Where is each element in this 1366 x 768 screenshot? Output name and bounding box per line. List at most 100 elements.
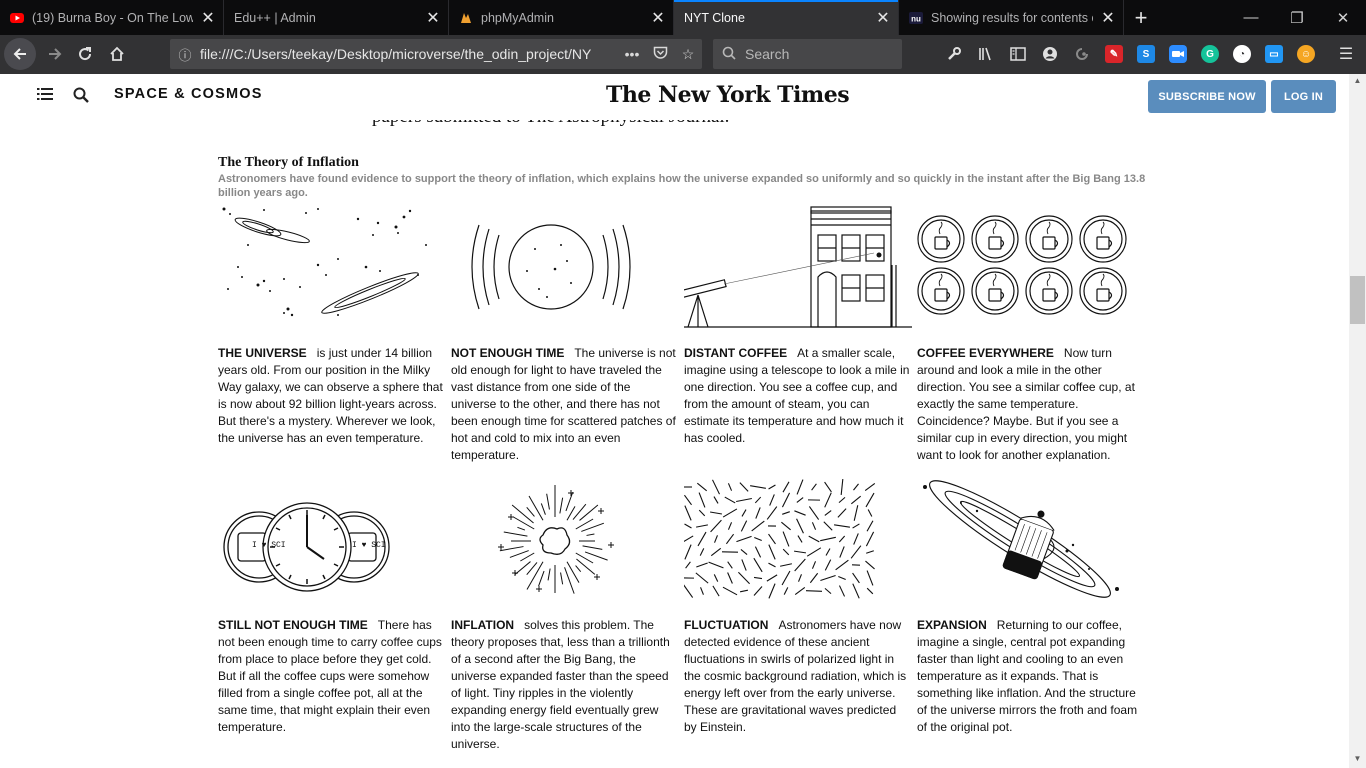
clock-extension-icon[interactable]: ◔ — [1233, 45, 1251, 63]
tab-title: (19) Burna Boy - On The Low (O — [32, 10, 193, 25]
phpmyadmin-icon — [461, 12, 471, 23]
card-inflation: INFLATION solves this problem. The theory… — [451, 477, 679, 753]
sync-icon[interactable] — [1073, 45, 1091, 63]
card-text: DISTANT COFFEE At a smaller scale, imagin… — [684, 345, 912, 447]
tab-title: phpMyAdmin — [481, 10, 554, 25]
card-not-enough-time: NOT ENOUGH TIME The universe is not old e… — [451, 205, 679, 464]
minimize-button[interactable]: — — [1228, 0, 1274, 35]
search-placeholder: Search — [745, 46, 790, 62]
arrow-right-icon — [49, 48, 62, 60]
bookmark-star-icon[interactable]: ☆ — [674, 46, 702, 63]
clock-icon: I ♥ SCI I ♥ SCI — [223, 502, 390, 592]
card-coffee-everywhere: COFFEE EVERYWHERE Now turn around and loo… — [917, 205, 1145, 464]
tab-title: Showing results for contents of — [931, 10, 1093, 25]
search-icon[interactable] — [72, 86, 90, 104]
account-icon[interactable] — [1041, 45, 1059, 63]
scroll-up-icon[interactable]: ▲ — [1349, 76, 1366, 85]
screenshot-extension-icon[interactable]: ▭ — [1265, 45, 1283, 63]
arrow-left-icon — [13, 48, 26, 60]
tab-youtube[interactable]: (19) Burna Boy - On The Low (O ✕ — [0, 0, 224, 35]
close-window-button[interactable]: ✕ — [1320, 0, 1366, 35]
reload-button[interactable] — [70, 39, 100, 69]
close-tab-icon[interactable]: ✕ — [193, 8, 223, 28]
card-heading: DISTANT COFFEE — [684, 346, 788, 360]
card-text: INFLATION solves this problem. The theory… — [451, 617, 679, 753]
wrench-icon[interactable] — [945, 45, 963, 63]
info-icon[interactable]: ⓘ — [170, 45, 200, 64]
card-body: solves this problem. The theory proposes… — [451, 618, 670, 751]
card-body: Now turn around and look a mile in the o… — [917, 346, 1135, 462]
navigation-toolbar: ⓘ file:///C:/Users/teekay/Desktop/microv… — [0, 35, 1366, 74]
sphere-icon — [471, 224, 631, 310]
menu-icon[interactable] — [37, 87, 53, 101]
forward-button[interactable] — [40, 39, 70, 69]
svg-text:nu: nu — [911, 14, 921, 23]
subscribe-button[interactable]: SUBSCRIBE NOW — [1148, 80, 1266, 113]
url-bar[interactable]: ⓘ file:///C:/Users/teekay/Desktop/microv… — [170, 39, 702, 69]
card-heading: THE UNIVERSE — [218, 346, 307, 360]
library-icon[interactable] — [977, 45, 995, 63]
sidebar-icon[interactable] — [1009, 45, 1027, 63]
tab-nyt-clone[interactable]: NYT Clone ✕ — [674, 0, 899, 35]
site-masthead: SPACE & COSMOS The New York Times SUBSCR… — [0, 74, 1349, 120]
hamburger-menu-icon[interactable]: ☰ — [1337, 45, 1355, 63]
page-scrollbar[interactable]: ▲ ▼ — [1349, 74, 1366, 768]
s-extension-icon[interactable]: S — [1137, 45, 1155, 63]
close-tab-icon[interactable]: ✕ — [1093, 8, 1123, 28]
mug-text-right: I ♥ SCI — [352, 541, 386, 550]
card-text: EXPANSION Returning to our coffee, imagin… — [917, 617, 1145, 736]
card-distant-coffee: DISTANT COFFEE At a smaller scale, imagin… — [680, 205, 912, 447]
card-the-universe: THE UNIVERSE is just under 14 billion yea… — [218, 205, 446, 447]
home-button[interactable] — [102, 39, 132, 69]
card-body: Returning to our coffee, imagine a singl… — [917, 618, 1138, 734]
card-heading: COFFEE EVERYWHERE — [917, 346, 1054, 360]
card-body: The universe is not old enough for light… — [451, 346, 676, 462]
close-tab-icon[interactable]: ✕ — [868, 8, 898, 28]
new-tab-button[interactable]: + — [1124, 0, 1158, 35]
tab-title: NYT Clone — [684, 10, 745, 25]
tab-strip: (19) Burna Boy - On The Low (O ✕ Edu++ |… — [0, 0, 1366, 35]
nu-icon: nu — [909, 11, 923, 24]
scrollbar-thumb[interactable] — [1350, 276, 1365, 324]
card-expansion: EXPANSION Returning to our coffee, imagin… — [917, 477, 1145, 736]
reload-icon — [79, 47, 92, 61]
card-heading: STILL NOT ENOUGH TIME — [218, 618, 368, 632]
close-tab-icon[interactable]: ✕ — [643, 8, 673, 28]
tab-results[interactable]: nu Showing results for contents of ✕ — [899, 0, 1124, 35]
tab-phpmyadmin[interactable]: phpMyAdmin ✕ — [449, 0, 674, 35]
card-heading: FLUCTUATION — [684, 618, 769, 632]
card-text: FLUCTUATION Astronomers have now detected… — [684, 617, 912, 736]
pocket-icon[interactable] — [646, 46, 674, 63]
mug-text-left: I ♥ SCI — [252, 541, 286, 550]
card-heading: EXPANSION — [917, 618, 987, 632]
scroll-down-icon[interactable]: ▼ — [1349, 754, 1366, 763]
pen-extension-icon[interactable]: ✎ — [1105, 45, 1123, 63]
card-heading: INFLATION — [451, 618, 515, 632]
telescope-icon — [680, 206, 912, 328]
nyt-logo[interactable]: The New York Times — [606, 82, 850, 108]
article-section-subtitle: Astronomers have found evidence to suppo… — [218, 173, 1146, 199]
login-button[interactable]: LOG IN — [1271, 80, 1336, 113]
section-name[interactable]: SPACE & COSMOS — [114, 86, 263, 102]
grammarly-icon[interactable]: G — [1201, 45, 1219, 63]
emoji-extension-icon[interactable]: ☺ — [1297, 45, 1315, 63]
page-viewport: papers submitted to The Astrophysical Jo… — [0, 74, 1366, 768]
burst-icon — [498, 485, 614, 594]
back-button[interactable] — [4, 38, 36, 70]
home-icon — [110, 46, 124, 61]
card-heading: NOT ENOUGH TIME — [451, 346, 565, 360]
page-actions-icon[interactable]: ••• — [618, 46, 646, 62]
fluctuation-icon — [681, 478, 876, 599]
youtube-icon — [10, 12, 24, 23]
restore-button[interactable]: ❐ — [1274, 0, 1320, 35]
card-still-not-enough-time: I ♥ SCI I ♥ SCI STILL NOT ENOUGH TIME The… — [218, 477, 446, 736]
search-icon — [713, 46, 745, 63]
galaxies-icon — [222, 207, 427, 317]
close-tab-icon[interactable]: ✕ — [418, 8, 448, 28]
card-fluctuation: FLUCTUATION Astronomers have now detected… — [681, 477, 912, 736]
tab-edu-admin[interactable]: Edu++ | Admin ✕ — [224, 0, 449, 35]
article-section-title: The Theory of Inflation — [218, 155, 359, 170]
search-bar[interactable]: Search — [713, 39, 902, 69]
card-text: NOT ENOUGH TIME The universe is not old e… — [451, 345, 679, 464]
zoom-icon[interactable] — [1169, 45, 1187, 63]
